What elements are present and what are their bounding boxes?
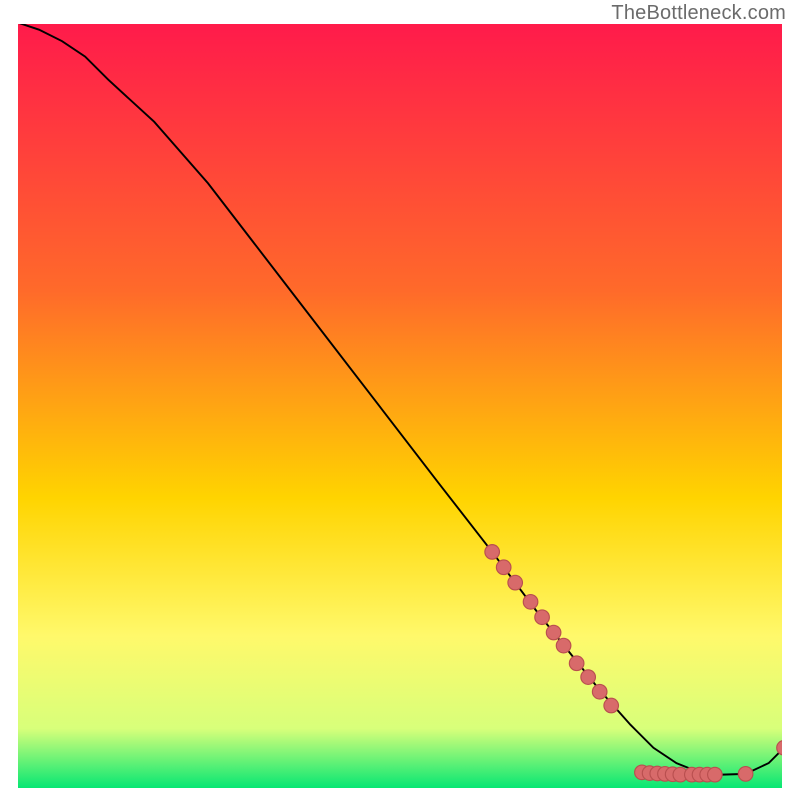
data-marker	[708, 767, 723, 782]
data-marker	[535, 610, 550, 625]
data-marker	[581, 670, 596, 685]
data-marker	[485, 545, 500, 560]
data-marker	[523, 595, 538, 610]
bottleneck-curve	[16, 22, 784, 775]
data-marker	[556, 638, 571, 653]
data-marker	[592, 684, 607, 699]
data-marker	[604, 698, 619, 713]
data-marker	[738, 767, 753, 782]
plot-svg	[16, 22, 784, 790]
chart-stage: TheBottleneck.com	[0, 0, 800, 800]
data-marker	[496, 560, 511, 575]
data-marker	[569, 656, 584, 671]
data-marker	[508, 575, 523, 590]
curve-markers	[485, 545, 784, 782]
plot-frame	[16, 22, 784, 790]
data-marker	[546, 625, 561, 640]
